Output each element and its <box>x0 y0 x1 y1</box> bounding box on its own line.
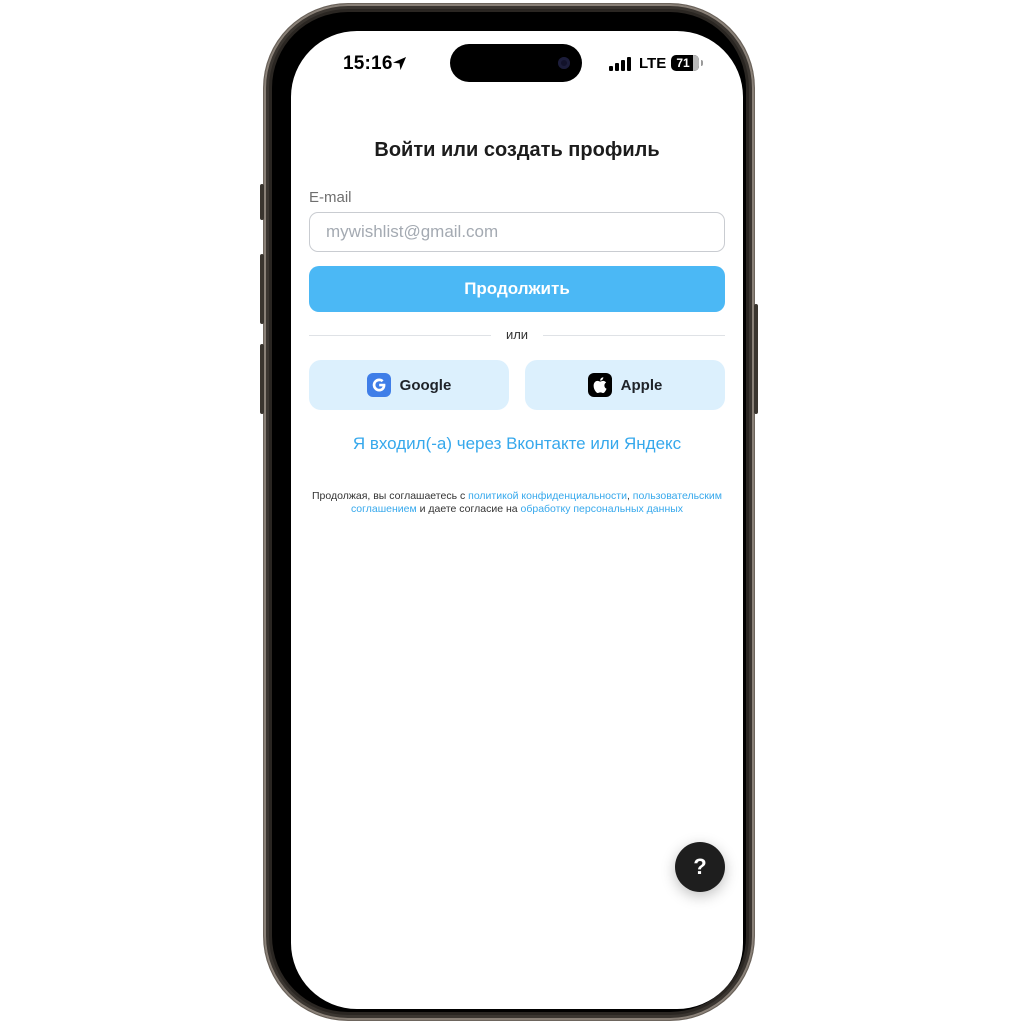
location-arrow-icon <box>392 56 407 71</box>
apple-icon <box>587 373 612 397</box>
google-login-button[interactable]: Google <box>309 360 509 410</box>
email-field[interactable] <box>309 212 725 252</box>
status-time: 15:16 <box>343 53 393 74</box>
battery-icon: 71 <box>671 55 703 71</box>
screen: 15:16 LTE 71 Войти или создать профиль E… <box>291 31 743 1009</box>
help-button[interactable]: ? <box>675 842 725 892</box>
camera-icon <box>558 57 570 69</box>
email-label: E-mail <box>309 189 352 206</box>
power-button <box>754 304 758 414</box>
apple-login-button[interactable]: Apple <box>525 360 725 410</box>
legal-middle: и даете согласие на <box>416 503 521 515</box>
page-title: Войти или создать профиль <box>374 139 660 161</box>
dynamic-island <box>450 44 582 82</box>
volume-up-button <box>260 254 264 324</box>
personal-data-link[interactable]: обработку персональных данных <box>521 503 684 515</box>
bezel: 15:16 LTE 71 Войти или создать профиль E… <box>272 12 746 1012</box>
phone-frame: 15:16 LTE 71 Войти или создать профиль E… <box>260 4 758 1020</box>
continue-button[interactable]: Продолжить <box>309 266 725 312</box>
signal-icon <box>609 57 633 71</box>
action-button <box>260 184 264 220</box>
status-bar: 15:16 LTE 71 <box>291 31 743 101</box>
network-type: LTE <box>639 55 667 72</box>
or-divider: или <box>309 327 725 343</box>
battery-level: 71 <box>676 56 690 70</box>
privacy-policy-link[interactable]: политикой конфиденциальности <box>468 490 627 502</box>
google-icon <box>366 373 391 397</box>
google-label: Google <box>399 376 452 394</box>
volume-down-button <box>260 344 264 414</box>
legal-prefix: Продолжая, вы соглашаетесь с <box>311 490 469 502</box>
legal-notice: Продолжая, вы соглашаетесь с политикой к… <box>309 490 725 516</box>
vk-yandex-login-link[interactable]: Я входил(-а) через Вконтакте или Яндекс <box>291 434 743 454</box>
apple-label: Apple <box>620 376 663 394</box>
